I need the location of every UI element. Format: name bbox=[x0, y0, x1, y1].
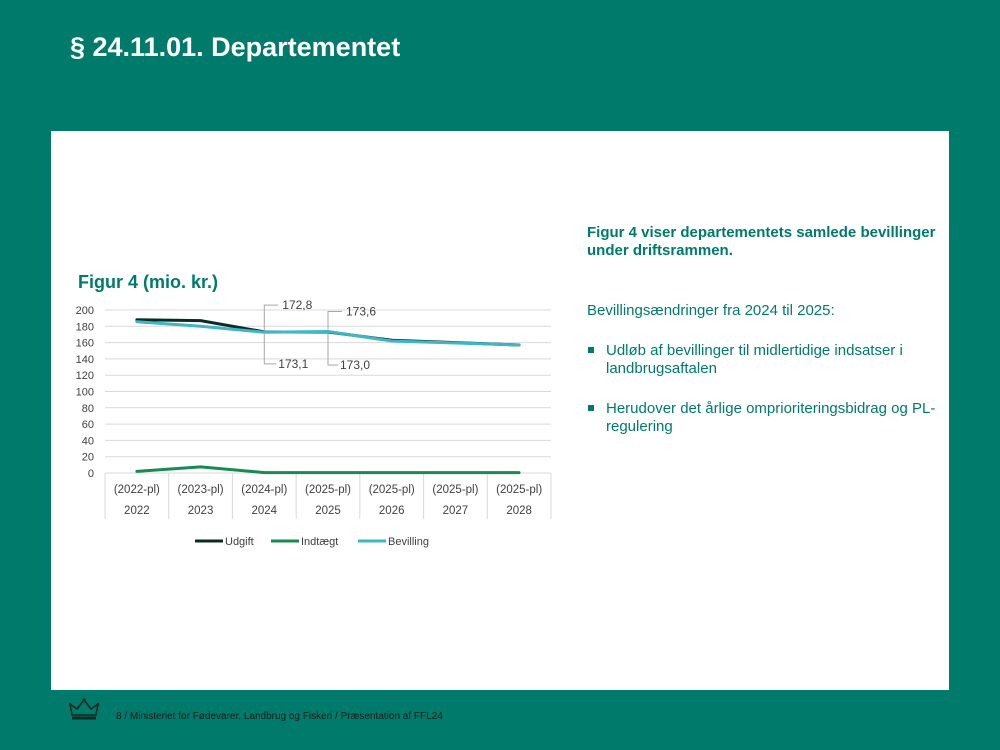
data-label-leader bbox=[327, 311, 342, 330]
x-tick-label: (2025-pl) bbox=[496, 484, 542, 496]
x-tick-label: (2025-pl) bbox=[369, 484, 415, 496]
y-tick-label: 80 bbox=[82, 403, 94, 415]
x-group-label: 2027 bbox=[443, 505, 469, 517]
x-group-label: 2022 bbox=[124, 505, 150, 517]
crown-icon bbox=[68, 698, 100, 720]
x-tick-label: (2025-pl) bbox=[432, 484, 478, 496]
data-label: 173,1 bbox=[278, 357, 308, 371]
bullet-item: Udløb af bevillinger til midlertidige in… bbox=[587, 342, 947, 378]
y-tick-label: 180 bbox=[76, 321, 94, 333]
legend-label: Indtægt bbox=[301, 536, 338, 548]
bullet-square-icon bbox=[588, 347, 594, 353]
y-tick-label: 120 bbox=[76, 370, 94, 382]
x-group-label: 2024 bbox=[251, 505, 277, 517]
side-heading: Figur 4 viser departementets samlede bev… bbox=[587, 224, 936, 259]
side-text-block: Figur 4 viser departementets samlede bev… bbox=[587, 224, 947, 458]
bullet-text: Herudover det årlige omprioriteringsbidr… bbox=[606, 400, 936, 435]
side-intro: Bevillingsændringer fra 2024 til 2025: bbox=[587, 302, 835, 319]
bullet-square-icon bbox=[588, 405, 594, 411]
x-group-label: 2026 bbox=[379, 505, 405, 517]
x-tick-label: (2023-pl) bbox=[178, 484, 224, 496]
y-tick-label: 40 bbox=[82, 435, 94, 447]
y-tick-label: 160 bbox=[76, 338, 94, 350]
y-tick-label: 20 bbox=[82, 452, 94, 464]
x-tick-label: (2024-pl) bbox=[241, 484, 287, 496]
y-tick-label: 100 bbox=[76, 387, 94, 399]
data-label: 173,0 bbox=[340, 358, 370, 372]
bullet-list: Udløb af bevillinger til midlertidige in… bbox=[587, 342, 947, 436]
legend-label: Udgift bbox=[225, 536, 254, 548]
x-group-label: 2023 bbox=[188, 505, 214, 517]
y-tick-label: 140 bbox=[76, 354, 94, 366]
data-label-leader bbox=[327, 334, 338, 366]
x-tick-label: (2022-pl) bbox=[114, 484, 160, 496]
bullet-item: Herudover det årlige omprioriteringsbidr… bbox=[587, 400, 947, 436]
bullet-text: Udløb af bevillinger til midlertidige in… bbox=[606, 342, 903, 377]
legend-label: Bevilling bbox=[388, 536, 429, 548]
data-label: 173,6 bbox=[346, 305, 376, 319]
y-tick-label: 60 bbox=[82, 419, 94, 431]
footer-text: 8 / Ministeriet for Fødevarer, Landbrug … bbox=[116, 711, 443, 722]
series-line-indtægt bbox=[135, 465, 521, 475]
y-tick-label: 0 bbox=[88, 468, 94, 480]
y-tick-label: 200 bbox=[76, 305, 94, 317]
data-label-leader bbox=[263, 333, 277, 365]
data-label: 172,8 bbox=[282, 298, 312, 312]
x-group-label: 2028 bbox=[506, 505, 532, 517]
x-tick-label: (2025-pl) bbox=[305, 484, 351, 496]
x-group-label: 2025 bbox=[315, 505, 341, 517]
